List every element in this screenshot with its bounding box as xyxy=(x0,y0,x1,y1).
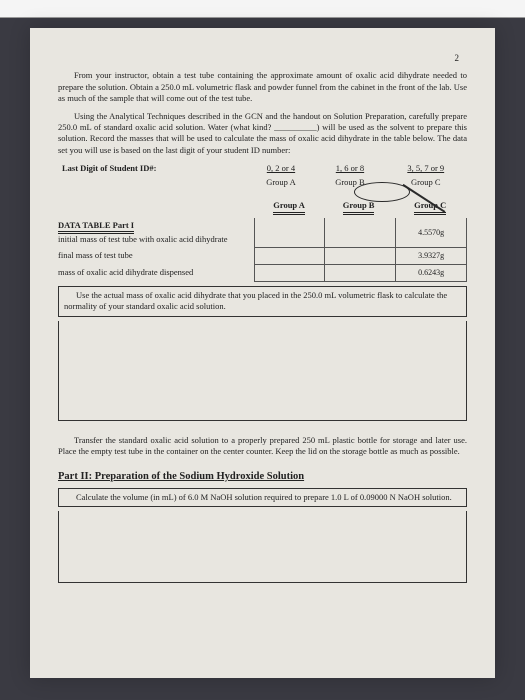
data-table-title: DATA TABLE Part I xyxy=(58,220,134,234)
normality-workspace xyxy=(58,321,467,421)
row2-label: final mass of test tube xyxy=(58,248,254,265)
window-topbar xyxy=(0,0,525,18)
row1-group-c: 4.5570g xyxy=(418,228,444,237)
option-c: 3, 5, 7 or 9 xyxy=(407,163,444,173)
transfer-paragraph: Transfer the standard oxalic acid soluti… xyxy=(58,435,467,458)
normality-instruction-box: Use the actual mass of oxalic acid dihyd… xyxy=(58,286,467,317)
row2-group-c: 3.9327g xyxy=(418,251,444,260)
option-a: 0, 2 or 4 xyxy=(267,163,295,173)
row3-group-c: 0.6243g xyxy=(418,268,444,277)
id-label: Last Digit of Student ID#: xyxy=(58,162,246,175)
col-head-b: Group B xyxy=(343,200,375,214)
row1-label: initial mass of test tube with oxalic ac… xyxy=(58,234,228,244)
row2-group-a xyxy=(254,248,325,265)
group-b-label: Group B xyxy=(315,176,384,189)
group-a-label: Group A xyxy=(246,176,315,189)
document-page: 2 From your instructor, obtain a test tu… xyxy=(30,28,495,678)
group-c-label: Group C xyxy=(384,176,467,189)
student-id-table: Last Digit of Student ID#: 0, 2 or 4 1, … xyxy=(58,162,467,189)
row3-group-a xyxy=(254,265,325,282)
part-2-heading: Part II: Preparation of the Sodium Hydro… xyxy=(58,470,467,484)
data-table-section: Group A Group B Group C DATA TABLE Part … xyxy=(58,199,467,282)
page-number: 2 xyxy=(58,52,467,64)
naoh-workspace xyxy=(58,511,467,583)
naoh-instruction-box: Calculate the volume (in mL) of 6.0 M Na… xyxy=(58,488,467,507)
option-b: 1, 6 or 8 xyxy=(336,163,364,173)
row3-group-b xyxy=(325,265,396,282)
col-head-c: Group C xyxy=(414,200,446,214)
row2-group-b xyxy=(325,248,396,265)
intro-paragraph-1: From your instructor, obtain a test tube… xyxy=(58,70,467,104)
col-head-a: Group A xyxy=(273,200,305,214)
row1-group-b xyxy=(325,218,396,248)
row3-label: mass of oxalic acid dihydrate dispensed xyxy=(58,265,254,282)
intro-paragraph-2: Using the Analytical Techniques describe… xyxy=(58,111,467,157)
row1-group-a xyxy=(254,218,325,248)
